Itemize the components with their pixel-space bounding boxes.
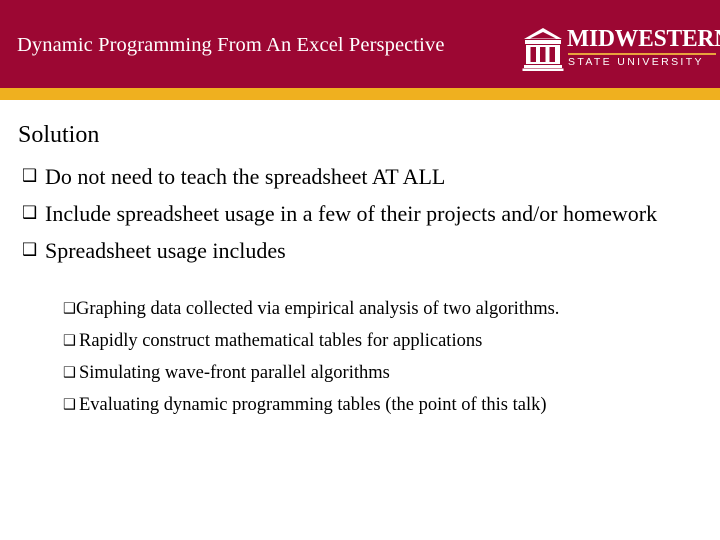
main-bullet-list: ❑ Do not need to teach the spreadsheet A… bbox=[0, 158, 720, 269]
header-gold-stripe bbox=[0, 88, 720, 100]
bullet-square-icon: ❑ bbox=[63, 301, 76, 317]
sub-bullet-item: ❑ Rapidly construct mathematical tables … bbox=[0, 325, 720, 357]
msu-logo-wordmark: MIDWESTERN bbox=[567, 26, 720, 52]
bullet-square-icon: ❑ bbox=[22, 240, 38, 260]
bullet-square-icon: ❑ bbox=[63, 397, 76, 413]
msu-logo: MIDWESTERN STATE UNIVERSITY bbox=[522, 26, 720, 72]
sub-bullet-item: ❑ Simulating wave-front parallel algorit… bbox=[0, 357, 720, 389]
sub-bullet-item: ❑ Evaluating dynamic programming tables … bbox=[0, 389, 720, 421]
bullet-square-icon: ❑ bbox=[22, 203, 38, 223]
msu-logo-divider bbox=[568, 53, 716, 55]
sub-bullet-list: ❑ Graphing data collected via empirical … bbox=[0, 293, 720, 421]
bullet-square-icon: ❑ bbox=[63, 365, 76, 381]
bullet-item: ❑ Spreadsheet usage includes bbox=[0, 232, 720, 269]
sub-bullet-text: Graphing data collected via empirical an… bbox=[76, 299, 560, 319]
sub-bullet-text: Simulating wave-front parallel algorithm… bbox=[79, 363, 390, 383]
msu-logo-text: MIDWESTERN STATE UNIVERSITY bbox=[567, 26, 720, 70]
bullet-text: Spreadsheet usage includes bbox=[45, 238, 286, 263]
bullet-item: ❑ Do not need to teach the spreadsheet A… bbox=[0, 158, 720, 195]
slide-body: Solution ❑ Do not need to teach the spre… bbox=[0, 100, 720, 540]
msu-logo-subtitle: STATE UNIVERSITY bbox=[568, 56, 704, 68]
slide: Dynamic Programming From An Excel Perspe… bbox=[0, 0, 720, 540]
slide-title: Dynamic Programming From An Excel Perspe… bbox=[17, 34, 445, 56]
bullet-text: Do not need to teach the spreadsheet AT … bbox=[45, 164, 446, 189]
sub-bullet-item: ❑ Graphing data collected via empirical … bbox=[0, 293, 720, 325]
body-heading: Solution bbox=[18, 122, 100, 148]
bullet-square-icon: ❑ bbox=[22, 166, 38, 186]
bullet-square-icon: ❑ bbox=[63, 333, 76, 349]
bullet-text: Include spreadsheet usage in a few of th… bbox=[45, 201, 658, 226]
bullet-item: ❑ Include spreadsheet usage in a few of … bbox=[0, 195, 720, 232]
sub-bullet-text: Evaluating dynamic programming tables (t… bbox=[79, 395, 547, 415]
sub-bullet-text: Rapidly construct mathematical tables fo… bbox=[79, 331, 483, 351]
university-building-icon bbox=[522, 27, 564, 71]
